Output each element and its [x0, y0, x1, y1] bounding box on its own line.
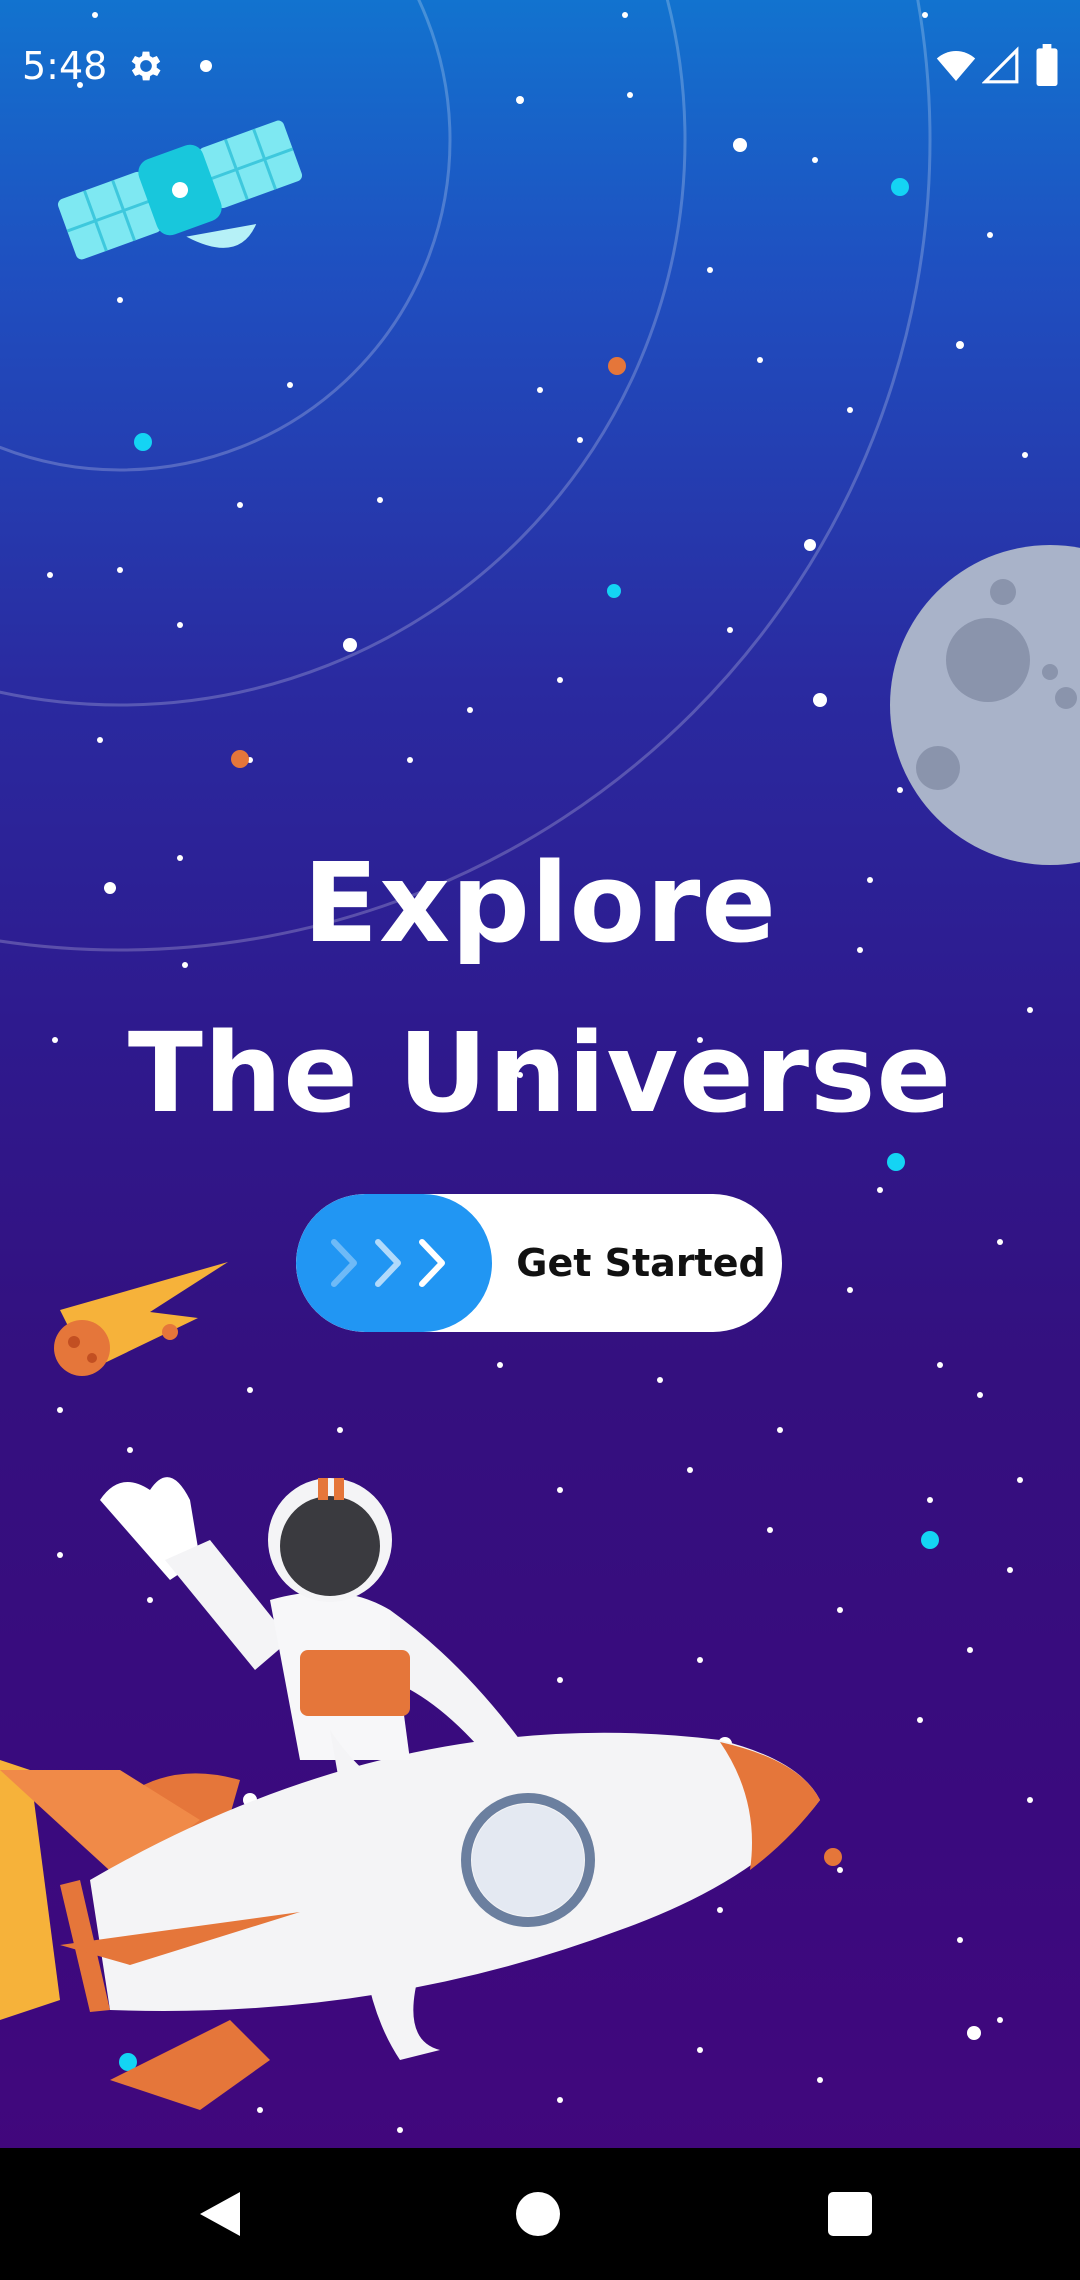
star	[937, 1362, 943, 1368]
star	[804, 539, 816, 551]
star	[877, 1187, 883, 1193]
star	[757, 357, 763, 363]
accent-dot	[231, 750, 249, 768]
star	[967, 1647, 973, 1653]
star	[407, 757, 413, 763]
hero-title-line2: The Universe	[127, 1009, 953, 1137]
battery-icon	[1036, 44, 1058, 86]
recents-icon[interactable]	[828, 2192, 872, 2236]
star	[717, 1907, 723, 1913]
star	[813, 693, 827, 707]
orbit-rings	[0, 0, 932, 952]
star	[557, 677, 563, 683]
star	[247, 1387, 253, 1393]
star	[812, 157, 818, 163]
star	[1027, 1797, 1033, 1803]
star	[727, 627, 733, 633]
star	[57, 1407, 63, 1413]
star	[557, 1487, 563, 1493]
star	[47, 572, 53, 578]
star	[847, 1287, 853, 1293]
star	[687, 1467, 693, 1473]
comet-icon	[54, 1262, 228, 1376]
star	[1022, 452, 1028, 458]
star	[287, 382, 293, 388]
notification-dot-icon	[200, 60, 212, 72]
star	[237, 502, 243, 508]
star	[97, 737, 103, 743]
get-started-label: Get Started	[516, 1241, 766, 1285]
star	[707, 267, 713, 273]
star	[337, 1427, 343, 1433]
chevrons-right-icon	[331, 1239, 445, 1287]
star	[767, 1527, 773, 1533]
navigation-bar	[0, 2148, 1080, 2280]
star	[733, 138, 747, 152]
star	[847, 407, 853, 413]
star	[987, 232, 993, 238]
star	[657, 1377, 663, 1383]
star	[897, 787, 903, 793]
slider-knob[interactable]	[296, 1194, 492, 1332]
accent-dot	[134, 433, 152, 451]
satellite-icon	[57, 120, 303, 260]
hero-title-line1: Explore	[303, 839, 777, 967]
star	[537, 387, 543, 393]
star	[957, 1937, 963, 1943]
star	[997, 2017, 1003, 2023]
star	[956, 341, 964, 349]
back-icon[interactable]	[196, 2188, 248, 2240]
star	[257, 2107, 263, 2113]
star	[57, 1552, 63, 1558]
star	[577, 437, 583, 443]
star	[117, 567, 123, 573]
welcome-screen: 5:48 Explore The Universe Get Started	[0, 0, 1080, 2280]
star	[837, 1867, 843, 1873]
star	[147, 1597, 153, 1603]
home-icon[interactable]	[516, 2192, 560, 2236]
status-time: 5:48	[22, 44, 108, 88]
star	[117, 297, 123, 303]
star	[1017, 1477, 1023, 1483]
star	[777, 1427, 783, 1433]
star	[1007, 1567, 1013, 1573]
accent-dot	[608, 357, 626, 375]
star	[343, 638, 357, 652]
star	[497, 1362, 503, 1368]
accent-dot	[921, 1531, 939, 1549]
star	[837, 1607, 843, 1613]
star	[397, 2127, 403, 2133]
get-started-slider-button[interactable]: Get Started	[296, 1194, 782, 1332]
accent-dot	[887, 1153, 905, 1171]
star	[917, 1717, 923, 1723]
accent-dot	[824, 1848, 842, 1866]
star	[467, 707, 473, 713]
star	[977, 1392, 983, 1398]
moon-icon	[890, 545, 1080, 865]
star	[177, 622, 183, 628]
star	[697, 1657, 703, 1663]
star	[557, 1677, 563, 1683]
star	[127, 1447, 133, 1453]
accent-dot	[607, 584, 621, 598]
settings-icon	[131, 51, 161, 81]
star	[817, 2077, 823, 2083]
star	[697, 2047, 703, 2053]
star	[967, 2026, 981, 2040]
cell-signal-icon	[982, 46, 1019, 84]
status-bar: 5:48	[0, 0, 1080, 130]
star	[927, 1497, 933, 1503]
accent-dot	[891, 178, 909, 196]
star	[997, 1239, 1003, 1245]
star	[557, 2097, 563, 2103]
wifi-icon	[936, 51, 976, 81]
star	[377, 497, 383, 503]
